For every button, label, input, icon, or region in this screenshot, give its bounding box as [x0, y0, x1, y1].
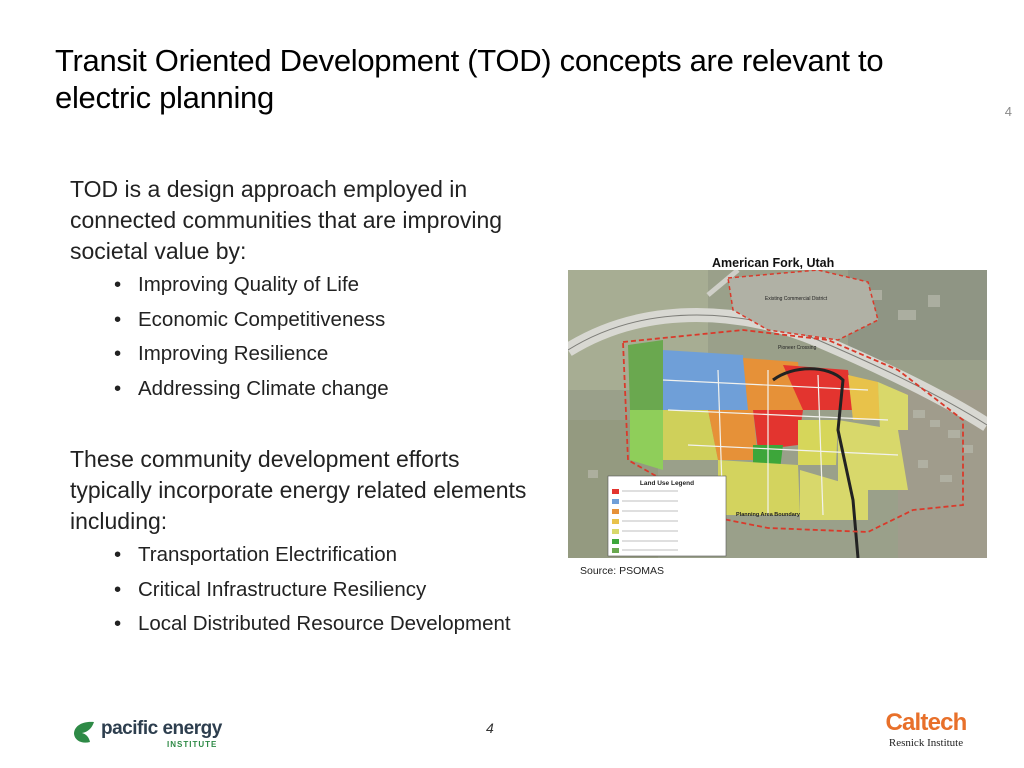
slide-title: Transit Oriented Development (TOD) conce…	[55, 43, 884, 115]
elements-list: Transportation Electrification Critical …	[70, 541, 540, 638]
page-number: 4	[486, 720, 494, 736]
pei-name: pacific energy	[101, 718, 222, 739]
pacific-energy-institute-logo: pacific energy INSTITUTE	[72, 718, 222, 752]
list-item: Improving Quality of Life	[112, 271, 540, 299]
list-item: Addressing Climate change	[112, 375, 540, 403]
intro-block: TOD is a design approach employed in con…	[70, 174, 540, 409]
intro-text: TOD is a design approach employed in con…	[70, 176, 503, 264]
list-item: Transportation Electrification	[112, 541, 540, 569]
pei-sub: INSTITUTE	[167, 740, 218, 749]
elements-intro-text: These community development efforts typi…	[70, 446, 527, 534]
figure-source: Source: PSOMAS	[580, 565, 665, 577]
map-caption: American Fork, Utah	[712, 256, 835, 270]
caltech-name: Caltech	[885, 709, 967, 736]
list-item: Economic Competitiveness	[112, 306, 540, 334]
slide-number-top: 4	[1004, 104, 1012, 119]
land-use-map: Existing Commercial District Pioneer Cro…	[568, 270, 987, 558]
map-label-existing-commercial: Existing Commercial District	[765, 296, 828, 302]
map-label-pioneer-crossing: Pioneer Crossing	[778, 345, 817, 351]
caltech-sub: Resnick Institute	[888, 737, 964, 749]
map-label-planning-boundary: Planning Area Boundary	[736, 512, 801, 518]
map-legend-title: Land Use Legend	[640, 480, 694, 487]
elements-block: These community development efforts typi…	[70, 444, 540, 645]
list-item: Improving Resilience	[112, 340, 540, 368]
list-item: Local Distributed Resource Development	[112, 610, 540, 638]
pei-leaf-icon	[74, 721, 94, 743]
caltech-resnick-logo: Caltech Resnick Institute	[876, 710, 976, 754]
list-item: Critical Infrastructure Resiliency	[112, 576, 540, 604]
benefits-list: Improving Quality of Life Economic Compe…	[70, 271, 540, 403]
